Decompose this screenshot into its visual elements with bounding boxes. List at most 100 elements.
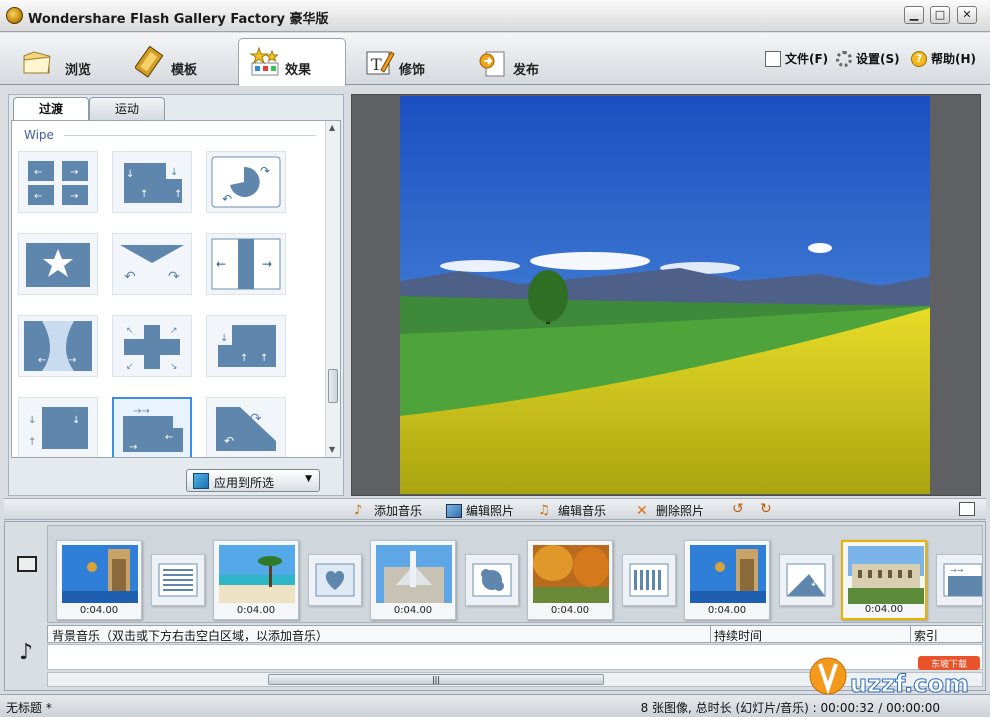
slide-image [62,545,138,603]
svg-text:↷: ↷ [260,164,270,178]
transition-thumbnail[interactable] [308,554,362,606]
effects-list: Wipe ← → ← → ↓ ↓ ↑ ↑ ↷ ↶ ↶ ↷ ← → ← → ↖ ↗ ↙ ↘ ↓ ↑ ↑ [11,120,341,458]
help-icon: ? [911,50,927,67]
tab-browse[interactable]: 浏览 [10,38,118,85]
tab-template[interactable]: 模板 [124,38,232,85]
edit-photo-icon [446,503,462,518]
transition-thumbnail[interactable]: ↶ [779,554,833,606]
storyboard-toolbar: ♪ 添加音乐 编辑照片 ♫ 编辑音乐 ✕ 删除照片 ↺ ↻ [4,498,986,520]
svg-text:←: ← [216,257,226,271]
effect-wipe-corner-steps[interactable]: ↓ ↑ ↑ [206,315,286,377]
slide-thumbnail[interactable]: 0:04.00 [213,540,299,620]
slide-duration: 0:04.00 [707,605,747,616]
publish-document-icon [479,51,505,77]
music-add-icon: ♪ [354,502,363,518]
music-track-header: 背景音乐（双击或下方右击空白区域，以添加音乐） 持续时间 索引 [47,625,983,643]
effect-wipe-curtain[interactable]: ← → [18,315,98,377]
svg-text:→: → [262,257,272,271]
menu-settings[interactable]: 设置(S) [836,50,900,67]
tab-effects[interactable]: 效果 [238,38,346,86]
svg-text:↑: ↑ [174,189,182,200]
stars-icon [249,46,279,76]
effect-wipe-stairs[interactable]: ↓ ↓ ↑ ↑ [112,151,192,213]
transition-thumbnail[interactable] [465,554,519,606]
effect-wipe-cross[interactable]: ↖ ↗ ↙ ↘ [112,315,192,377]
effect-wipe-multi-arrow[interactable]: →→ ← → [112,397,192,457]
main-tab-strip: 浏览 模板 效果 T 修饰 发布 文件(F) 设置(S) ? 帮助(H) [0,33,990,86]
delete-photo-label: 删除照片 [656,504,705,518]
apply-to-selected-button[interactable]: 应用到所选 ▼ [186,469,320,492]
svg-text:→: → [68,355,76,366]
effect-wipe-l-shape[interactable]: ↓ ↑ ↓ [18,397,98,457]
tab-effects-label: 效果 [285,63,312,78]
slide-thumbnail[interactable]: 0:04.00 [370,540,456,620]
close-button[interactable]: ✕ [957,6,977,24]
preview-image [400,96,930,494]
tab-publish-label: 发布 [513,63,540,78]
project-name: 无标题 * [6,701,52,715]
music-note-icon: ♪ [19,640,34,665]
svg-text:T: T [371,55,382,74]
music-hint: 背景音乐（双击或下方右击空白区域，以添加音乐） [52,629,329,643]
group-divider [64,135,316,136]
transition-thumbnail[interactable] [622,554,676,606]
add-music-button[interactable]: ♪ 添加音乐 [354,502,422,519]
maximize-button[interactable]: □ [930,6,950,24]
watermark-sub: 东坡下载 [931,658,967,670]
svg-text:↗: ↗ [170,326,178,336]
slide-duration: 0:04.00 [864,604,904,615]
hscroll-thumb[interactable]: ||| [268,674,604,685]
svg-text:↓: ↓ [28,415,36,426]
menu-help[interactable]: ? 帮助(H) [911,50,976,67]
menu-file[interactable]: 文件(F) [765,50,828,67]
effects-panel: 过渡 运动 Wipe ← → ← → ↓ ↓ ↑ ↑ ↷ ↶ ↶ ↷ ← → ← → ↖ ↗ ↙ ↘ [8,94,344,496]
effects-scroll-thumb[interactable] [328,369,338,403]
svg-text:↶: ↶ [811,580,819,591]
effects-scrollbar[interactable]: ▲ ▼ [325,121,340,457]
expand-storyboard-button[interactable] [959,502,975,516]
transition-thumbnail[interactable] [151,554,205,606]
transition-thumbnail[interactable]: →→ [936,554,982,606]
tab-publish[interactable]: 发布 [466,38,574,85]
chevron-down-icon[interactable]: ▼ [305,474,312,484]
subtab-motion[interactable]: 运动 [89,97,165,120]
column-divider [710,626,711,643]
effect-wipe-fold[interactable]: ↷ ↶ [206,397,286,457]
edit-photo-label: 编辑照片 [466,504,515,518]
slide-strip[interactable]: 0:04.00 0:04.00 0:04.00 0:04.00 0:04.00 … [47,525,983,623]
scroll-up-icon[interactable]: ▲ [329,123,335,132]
minimize-button[interactable]: ▁ [904,6,924,24]
index-column-header: 索引 [914,629,939,643]
slide-image [848,546,924,604]
effect-wipe-clock[interactable]: ↷ ↶ [206,151,286,213]
effect-wipe-split-horizontal[interactable]: ← → ← → [18,151,98,213]
slide-thumbnail-selected[interactable]: 0:04.00 [841,540,927,620]
column-divider [910,626,911,643]
file-icon [765,50,781,67]
svg-text:→→: →→ [133,406,150,417]
slide-thumbnail[interactable]: 0:04.00 [527,540,613,620]
uzzf-watermark-logo: 东坡下载 uzzf.com [809,656,980,698]
svg-text:↑: ↑ [140,189,148,200]
slide-thumbnail[interactable]: 0:04.00 [56,540,142,620]
delete-photo-button[interactable]: ✕ 删除照片 [636,502,704,519]
edit-photo-button[interactable]: 编辑照片 [446,502,514,519]
effect-wipe-star[interactable] [18,233,98,295]
svg-text:↶: ↶ [222,192,232,206]
tab-decorate[interactable]: T 修饰 [352,38,460,85]
effect-wipe-center-bar[interactable]: ← → [206,233,286,295]
edit-music-button[interactable]: ♫ 编辑音乐 [538,502,606,519]
subtab-transition[interactable]: 过渡 [13,97,89,121]
svg-text:↑: ↑ [240,353,248,364]
slide-thumbnail[interactable]: 0:04.00 [684,540,770,620]
svg-text:↑: ↑ [260,353,268,364]
slide-duration: 0:04.00 [79,605,119,616]
rotate-right-button[interactable]: ↻ [760,502,776,516]
svg-text:↶: ↶ [224,434,234,448]
scroll-down-icon[interactable]: ▼ [329,445,335,454]
preview-panel [351,94,981,496]
app-logo-icon [6,7,23,24]
effect-wipe-v-shape[interactable]: ↶ ↷ [112,233,192,295]
svg-text:←: ← [38,355,46,366]
rotate-left-button[interactable]: ↺ [732,502,748,516]
